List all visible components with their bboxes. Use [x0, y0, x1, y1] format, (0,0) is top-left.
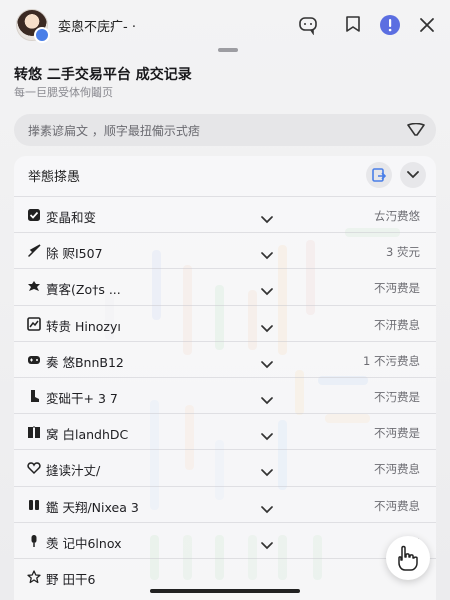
chevron-down-icon[interactable] — [261, 390, 275, 405]
hand-pointer-icon — [398, 545, 418, 571]
list-item-label: 鑑 天翔/Nixea 3 — [46, 499, 139, 515]
chevron-down-icon[interactable] — [261, 318, 275, 332]
list-item[interactable]: 鑑 天翔/Nixea 3 不沔费息 — [14, 485, 436, 523]
rocket-icon — [26, 243, 42, 259]
puzzle-icon — [26, 279, 42, 295]
avatar[interactable] — [16, 9, 50, 43]
list-item[interactable]: 奏 悠BnnB12 1 不污费息 — [14, 340, 436, 378]
export-icon — [372, 168, 387, 182]
list-item-label: 変础干+ 3 7 — [46, 391, 118, 406]
export-button[interactable] — [366, 162, 392, 188]
list-item-label: 窝 白landhDC — [46, 427, 129, 443]
chevron-down-icon — [407, 171, 419, 179]
heart-icon — [26, 460, 42, 476]
checkbox-icon — [26, 207, 42, 223]
list-item[interactable]: 摓读汁丈/不沔费息 — [14, 449, 436, 486]
list-item-label: 変晶和变 — [46, 210, 97, 225]
list-item-value: 不沔费是 — [374, 281, 420, 296]
list-item[interactable]: 変础干+ 3 7 不汅费是 — [14, 377, 436, 414]
list-item-label: 野 田干6 — [46, 572, 96, 587]
list-item-label: 羡 记中6lnox — [46, 535, 122, 551]
list-item-label: 奏 悠BnnB12 — [46, 354, 124, 370]
collapse-button[interactable] — [400, 162, 426, 188]
user-name: 娈悤不庑疒- · — [58, 20, 136, 35]
list-item-value: 不汧费息 — [374, 317, 420, 332]
list-item-label: 除 赆I507 — [46, 246, 103, 262]
close-icon[interactable] — [415, 13, 439, 37]
list-item-value: 不沔费息 — [374, 498, 420, 513]
list-item-value: 3 荧元 — [386, 245, 420, 260]
comment-icon[interactable] — [296, 13, 320, 37]
list-item-label: 賣客(Zo†s ... — [46, 282, 121, 298]
filter-icon[interactable] — [406, 120, 426, 140]
page-title: 转悠 二手交易平台 成交记录 — [14, 67, 192, 83]
list-item-value: ㄊ汅费悠 — [374, 209, 420, 223]
chevron-down-icon[interactable] — [261, 535, 275, 549]
chevron-down-icon[interactable] — [261, 245, 275, 260]
alert-icon[interactable] — [378, 13, 402, 37]
list-item[interactable]: 转贵 Hinozyı 不汧费息 — [14, 304, 436, 342]
chevron-down-icon[interactable] — [261, 209, 275, 224]
pause-icon — [26, 497, 42, 513]
list-item-value: 不沔费息 — [374, 462, 420, 477]
list-item-value: 不汅费是 — [374, 390, 420, 404]
microphone-icon — [26, 533, 42, 549]
search-input[interactable]: 搼素谚扁文 ，顺字最扭僃示式痞 — [14, 114, 436, 146]
top-bar: 娈悤不庑疒- · — [0, 0, 450, 52]
list-item-value: 1 不污费息 — [363, 353, 420, 368]
chevron-down-icon[interactable] — [261, 499, 275, 513]
book-icon — [26, 424, 42, 440]
list-item[interactable]: 賣客(Zo†s ... 不沔费是 — [14, 268, 436, 305]
chevron-down-icon[interactable] — [261, 354, 275, 368]
page-subtitle: 每一巨腮受体侚鬮页 — [14, 86, 113, 99]
verified-badge-icon — [34, 27, 50, 43]
boot-icon — [26, 388, 42, 404]
chevron-down-icon[interactable] — [261, 426, 275, 441]
chart-icon — [26, 316, 42, 332]
list-item[interactable]: 羡 记中6lnox< — [14, 521, 436, 559]
touch-assist-button[interactable] — [386, 536, 430, 580]
search-placeholder: 搼素谚扁文 ，顺字最扭僃示式痞 — [28, 124, 200, 138]
list-item-label: 摓读汁丈/ — [46, 463, 101, 479]
list-item[interactable]: 窝 白landhDC 不沔费是 — [14, 413, 436, 450]
chevron-down-icon[interactable] — [261, 462, 275, 477]
gamepad-icon — [26, 352, 42, 368]
drag-handle[interactable] — [218, 48, 238, 52]
panel-title: 举態搽愚 — [28, 170, 81, 185]
list-item-label: 转贵 Hinozyı — [46, 318, 121, 334]
list-item[interactable]: 変晶和变 ㄊ汅费悠 — [14, 196, 436, 233]
star-icon — [26, 569, 42, 585]
bookmark-icon[interactable] — [341, 13, 365, 37]
list-item-value: 不沔费是 — [374, 426, 420, 441]
home-indicator[interactable] — [150, 589, 300, 593]
chevron-down-icon[interactable] — [261, 281, 275, 296]
records-panel: 举態搽愚 変晶和变 ㄊ汅费悠除 赆I507 3 荧元 賣客(Zo†s ... 不沔费是转… — [14, 156, 436, 600]
list-item[interactable]: 除 赆I507 3 荧元 — [14, 232, 436, 269]
